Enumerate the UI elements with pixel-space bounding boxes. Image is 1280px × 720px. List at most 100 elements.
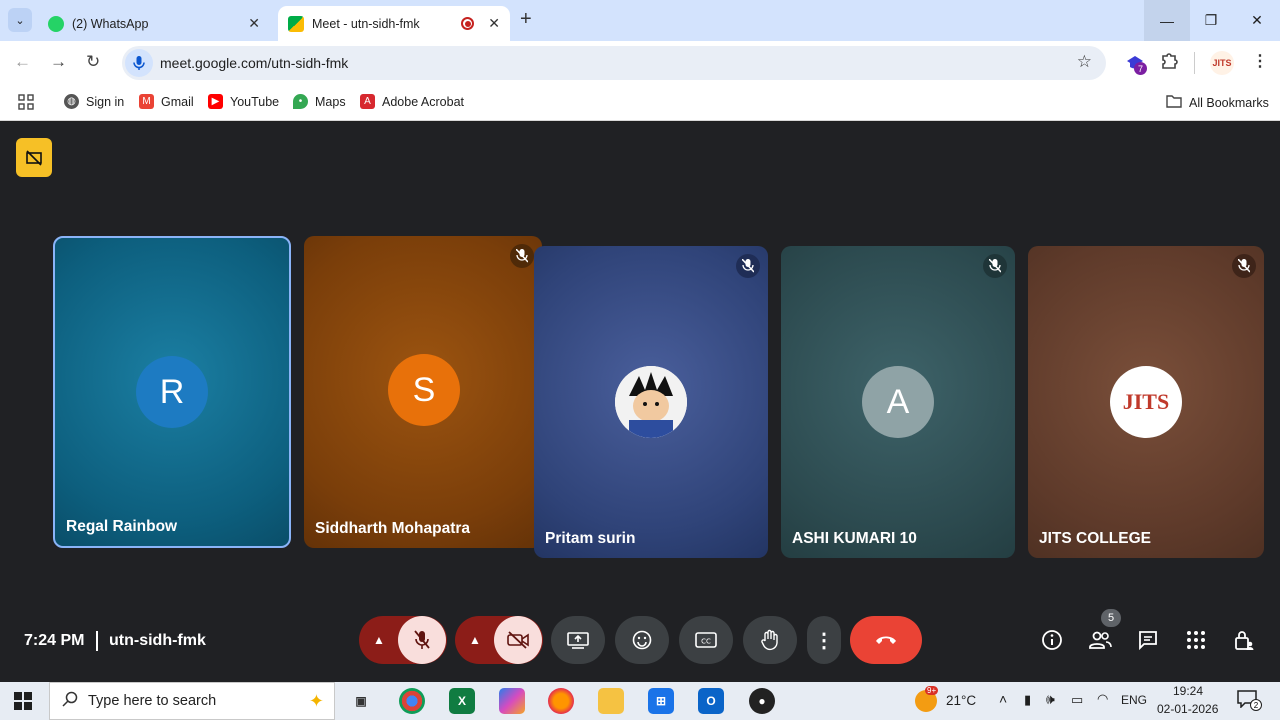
bookmark-label: Adobe Acrobat <box>382 94 465 109</box>
battery-icon[interactable]: ▭ <box>1071 692 1083 708</box>
new-tab-button[interactable]: + <box>520 8 532 31</box>
notification-center-icon[interactable]: 2 <box>1237 690 1262 711</box>
participant-name: ASHI KUMARI 10 <box>792 530 917 547</box>
windows-start-icon[interactable] <box>14 692 32 715</box>
meet-stage: R Regal Rainbow S Siddharth Mohapatra Pr… <box>0 122 1280 682</box>
copilot-taskbar-icon[interactable] <box>499 688 525 714</box>
mic-off-icon <box>983 254 1007 278</box>
taskbar-search-box[interactable]: Type here to search ✦ <box>49 682 335 720</box>
avatar: A <box>862 366 934 438</box>
mic-off-icon <box>736 254 760 278</box>
address-bar[interactable]: meet.google.com/utn-sidh-fmk ☆ <box>122 46 1106 80</box>
meeting-info-button[interactable] <box>1034 622 1070 658</box>
url-text: meet.google.com/utn-sidh-fmk <box>160 55 349 71</box>
wifi-icon[interactable]: ◠ <box>1097 691 1108 707</box>
microphone-icon[interactable]: ▮ <box>1024 692 1031 708</box>
excel-taskbar-icon[interactable]: X <box>449 688 475 714</box>
apps-grid-icon <box>1187 631 1205 649</box>
file-explorer-taskbar-icon[interactable] <box>598 688 624 714</box>
close-tab-icon[interactable]: ✕ <box>248 15 260 32</box>
weather-temp[interactable]: 21°C <box>946 693 976 708</box>
hang-up-icon <box>876 636 896 644</box>
bookmark-sign-in[interactable]: ◍ Sign in <box>64 94 124 109</box>
camera-toggle-button[interactable] <box>494 616 542 664</box>
copilot-sparkle-icon: ✦ <box>308 691 324 711</box>
bookmark-star-icon[interactable]: ☆ <box>1077 52 1092 72</box>
reactions-button[interactable] <box>615 616 669 664</box>
close-tab-icon[interactable]: ✕ <box>488 15 500 32</box>
participant-tile[interactable]: A ASHI KUMARI 10 <box>781 246 1015 558</box>
minimize-button[interactable]: — <box>1144 0 1190 41</box>
meet-icon <box>288 15 304 32</box>
folder-icon <box>1166 94 1182 111</box>
gmail-icon: M <box>139 94 154 109</box>
bookmark-label: Sign in <box>86 94 125 109</box>
window-close-button[interactable]: ✕ <box>1234 0 1280 41</box>
chevron-up-icon: ▲ <box>469 633 481 647</box>
firefox-taskbar-icon[interactable] <box>548 688 574 714</box>
apps-grid-icon[interactable] <box>18 94 34 110</box>
extension-icon[interactable]: 7 <box>1124 52 1147 75</box>
back-icon[interactable]: ← <box>14 52 31 72</box>
avatar: S <box>388 354 460 426</box>
chrome-taskbar-icon[interactable] <box>399 688 425 714</box>
site-mic-icon[interactable] <box>125 49 153 77</box>
tab-whatsapp[interactable]: (2) WhatsApp ✕ <box>38 6 270 41</box>
tab-search-dropdown-icon[interactable]: ⌄ <box>8 8 32 32</box>
bookmark-gmail[interactable]: M Gmail <box>139 94 194 109</box>
all-bookmarks-folder[interactable]: All Bookmarks <box>1166 94 1269 111</box>
bookmark-label: Gmail <box>161 94 194 109</box>
restore-button[interactable]: ❐ <box>1188 0 1234 41</box>
task-view-icon[interactable]: ▣ <box>348 688 374 714</box>
participant-tile[interactable]: JITS JITS COLLEGE <box>1028 246 1264 558</box>
microsoft-store-taskbar-icon[interactable]: ⊞ <box>648 688 674 714</box>
lock-person-icon <box>1235 631 1254 650</box>
language-indicator[interactable]: ENG <box>1121 693 1147 707</box>
show-hidden-icons[interactable]: ˄ <box>999 691 1007 707</box>
clock-time[interactable]: 19:24 <box>1173 684 1203 698</box>
bookmark-label: Maps <box>315 94 346 109</box>
bookmark-adobe-acrobat[interactable]: A Adobe Acrobat <box>360 94 464 109</box>
chevron-up-icon: ▲ <box>373 633 385 647</box>
obs-taskbar-icon[interactable]: ● <box>749 688 775 714</box>
visual-effects-off-icon[interactable] <box>16 138 52 177</box>
forward-icon[interactable]: → <box>50 52 67 72</box>
volume-icon[interactable]: 🕪 <box>1046 691 1055 708</box>
tab-meet[interactable]: Meet - utn-sidh-fmk ✕ <box>278 6 510 41</box>
reload-icon[interactable]: ↻ <box>86 52 100 72</box>
divider <box>96 631 98 651</box>
clock-date[interactable]: 02-01-2026 <box>1157 702 1218 716</box>
toolbar-divider <box>1194 52 1195 74</box>
leave-call-button[interactable] <box>850 616 922 664</box>
raise-hand-button[interactable] <box>743 616 797 664</box>
people-button[interactable] <box>1082 622 1118 658</box>
activities-button[interactable] <box>1178 622 1214 658</box>
meeting-code: utn-sidh-fmk <box>109 632 206 649</box>
captions-icon: CC <box>695 632 717 648</box>
more-vert-icon: ⋮ <box>814 629 834 652</box>
bookmarks-bar: ◍ Sign in M Gmail ▶ YouTube • Maps A Ado… <box>0 85 1280 121</box>
more-options-button[interactable]: ⋮ <box>807 616 841 664</box>
chrome-menu-icon[interactable]: ⋮ <box>1252 51 1268 71</box>
outlook-taskbar-icon[interactable]: O <box>698 688 724 714</box>
captions-button[interactable]: CC <box>679 616 733 664</box>
mic-toggle-button[interactable] <box>398 616 446 664</box>
meeting-time: 7:24 PM <box>24 632 85 649</box>
all-bookmarks-label: All Bookmarks <box>1189 95 1269 110</box>
chat-button[interactable] <box>1130 622 1166 658</box>
mic-off-icon <box>414 630 430 649</box>
participant-tile[interactable]: R Regal Rainbow <box>53 236 291 548</box>
profile-avatar[interactable]: JITS <box>1210 51 1234 75</box>
bookmark-youtube[interactable]: ▶ YouTube <box>208 94 279 109</box>
extension-badge: 7 <box>1134 62 1147 75</box>
bookmark-maps[interactable]: • Maps <box>293 94 346 109</box>
participant-name: Siddharth Mohapatra <box>315 520 471 537</box>
browser-toolbar: ← → ↻ meet.google.com/utn-sidh-fmk ☆ 7 J… <box>0 41 1280 85</box>
present-screen-button[interactable] <box>551 616 605 664</box>
participant-tile[interactable]: Pritam surin <box>534 246 768 558</box>
extensions-puzzle-icon[interactable] <box>1160 51 1178 74</box>
host-controls-button[interactable] <box>1226 622 1262 658</box>
notification-count: 2 <box>1250 699 1262 711</box>
participant-tile[interactable]: S Siddharth Mohapatra <box>304 236 542 548</box>
weather-icon[interactable]: 9+ <box>915 686 939 712</box>
